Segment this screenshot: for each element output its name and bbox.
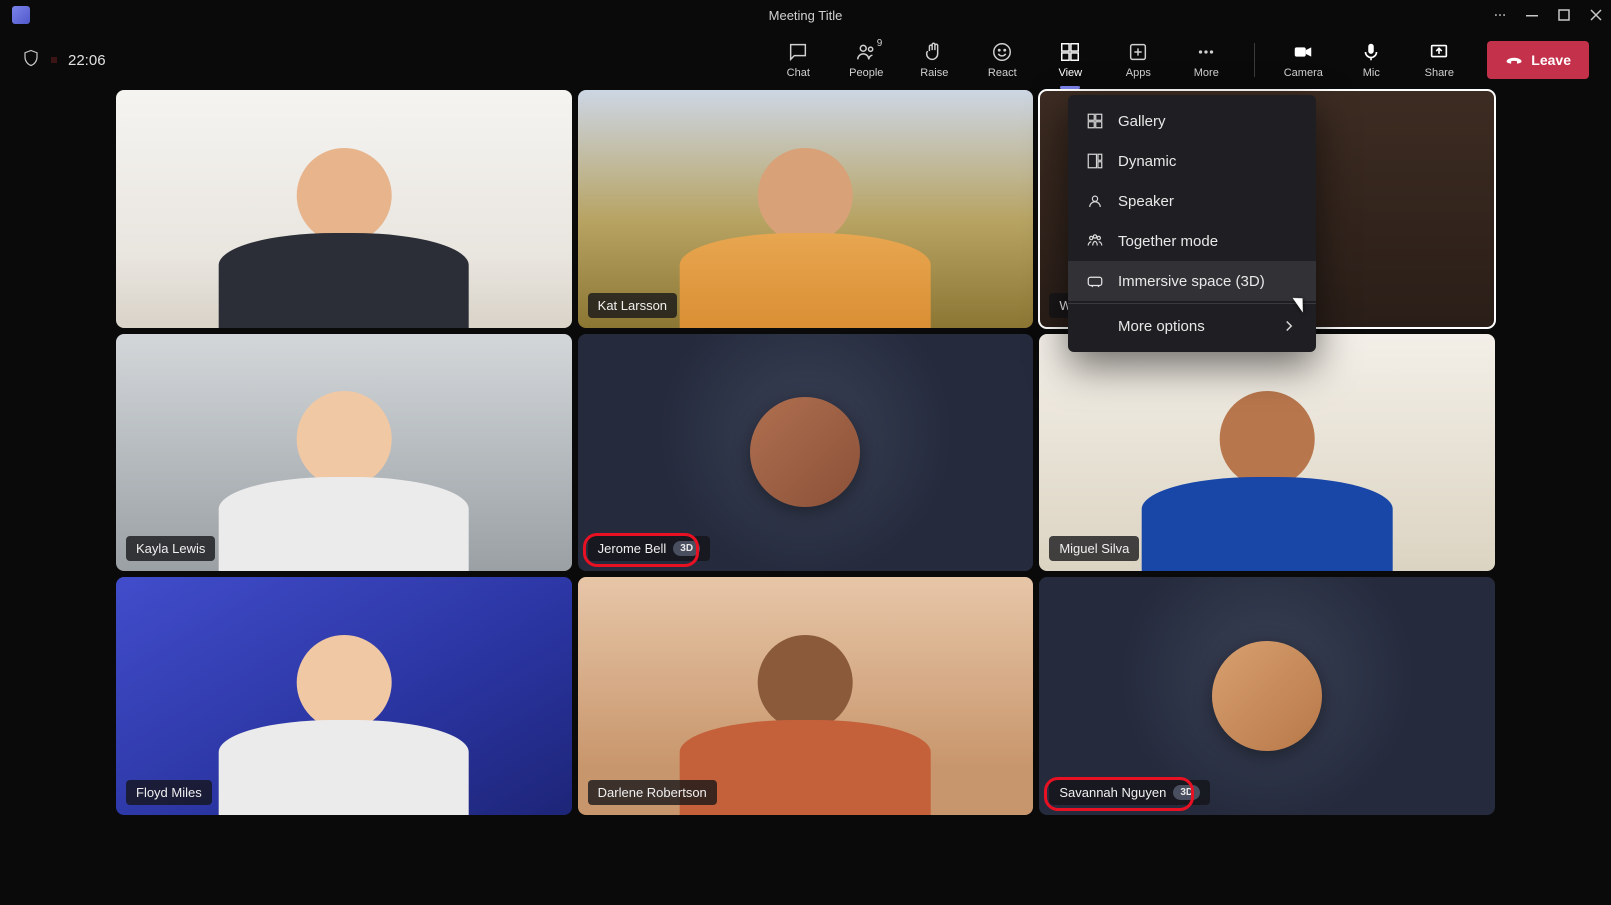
badge-3d: 3D (1173, 785, 1200, 800)
people-button[interactable]: 9 People (846, 41, 886, 79)
apps-label: Apps (1126, 67, 1151, 79)
privacy-shield-icon[interactable] (22, 49, 40, 72)
participant-name: Savannah Nguyen (1059, 785, 1166, 800)
titlebar: Meeting Title (0, 0, 1611, 30)
menu-label: Speaker (1118, 193, 1174, 210)
participant-name-tag: Savannah Nguyen 3D (1049, 780, 1210, 805)
participant-name-tag: Jerome Bell 3D (588, 536, 710, 561)
react-label: React (988, 67, 1017, 79)
toolbar-divider (1254, 43, 1255, 77)
menu-label: More options (1118, 318, 1205, 335)
participant-tile-self[interactable] (116, 90, 572, 328)
participant-name: Kat Larsson (598, 298, 667, 313)
camera-button[interactable]: Camera (1283, 41, 1323, 79)
menu-separator (1068, 303, 1316, 304)
mic-button[interactable]: Mic (1351, 41, 1391, 79)
leave-button[interactable]: Leave (1487, 41, 1589, 79)
avatar-circle (750, 397, 860, 507)
menu-label: Immersive space (3D) (1118, 273, 1265, 290)
share-label: Share (1425, 67, 1454, 79)
menu-item-more-options[interactable]: More options (1068, 306, 1316, 346)
raise-label: Raise (920, 67, 948, 79)
participant-tile[interactable]: Floyd Miles (116, 577, 572, 815)
participant-tile[interactable]: Savannah Nguyen 3D (1039, 577, 1495, 815)
avatar-circle (1212, 641, 1322, 751)
maximize-icon[interactable] (1557, 8, 1571, 22)
participant-tile[interactable]: Miguel Silva (1039, 334, 1495, 572)
menu-item-together[interactable]: Together mode (1068, 221, 1316, 261)
close-icon[interactable] (1589, 8, 1603, 22)
share-button[interactable]: Share (1419, 41, 1459, 79)
video-grid: Kat Larsson Wade Warren Kayla Lewis Jero… (0, 90, 1611, 905)
participant-name-tag: Miguel Silva (1049, 536, 1139, 561)
people-count: 9 (877, 38, 883, 49)
participant-tile[interactable]: Kat Larsson (578, 90, 1034, 328)
menu-item-dynamic[interactable]: Dynamic (1068, 141, 1316, 181)
people-label: People (849, 67, 883, 79)
participant-name-tag: Darlene Robertson (588, 780, 717, 805)
menu-label: Dynamic (1118, 153, 1176, 170)
menu-label: Together mode (1118, 233, 1218, 250)
menu-item-speaker[interactable]: Speaker (1068, 181, 1316, 221)
more-button[interactable]: More (1186, 41, 1226, 79)
leave-label: Leave (1531, 52, 1571, 68)
mic-label: Mic (1363, 67, 1380, 79)
participant-name: Floyd Miles (136, 785, 202, 800)
participant-name-tag: Floyd Miles (126, 780, 212, 805)
raise-hand-button[interactable]: Raise (914, 41, 954, 79)
menu-item-gallery[interactable]: Gallery (1068, 101, 1316, 141)
participant-name: Kayla Lewis (136, 541, 205, 556)
menu-item-immersive[interactable]: Immersive space (3D) (1068, 261, 1316, 301)
chat-button[interactable]: Chat (778, 41, 818, 79)
more-label: More (1194, 67, 1219, 79)
participant-tile[interactable]: Darlene Robertson (578, 577, 1034, 815)
badge-3d: 3D (673, 541, 700, 556)
participant-name: Miguel Silva (1059, 541, 1129, 556)
react-button[interactable]: React (982, 41, 1022, 79)
camera-label: Camera (1284, 67, 1323, 79)
participant-tile[interactable]: Jerome Bell 3D (578, 334, 1034, 572)
meeting-timer: 22:06 (68, 52, 106, 69)
view-label: View (1058, 67, 1082, 79)
meeting-toolbar: 22:06 Chat 9 People Raise React View App… (0, 30, 1611, 90)
chat-label: Chat (787, 67, 810, 79)
more-window-icon[interactable] (1493, 8, 1507, 22)
view-button[interactable]: View (1050, 41, 1090, 79)
participant-name: Jerome Bell (598, 541, 667, 556)
meeting-title: Meeting Title (208, 8, 1403, 23)
participant-name-tag: Kayla Lewis (126, 536, 215, 561)
apps-button[interactable]: Apps (1118, 41, 1158, 79)
minimize-icon[interactable] (1525, 8, 1539, 22)
participant-tile[interactable]: Kayla Lewis (116, 334, 572, 572)
chevron-right-icon (1280, 317, 1298, 335)
app-icon (12, 6, 30, 24)
menu-label: Gallery (1118, 113, 1166, 130)
participant-name: Darlene Robertson (598, 785, 707, 800)
view-menu: Gallery Dynamic Speaker Together mode Im… (1068, 95, 1316, 352)
participant-name-tag: Kat Larsson (588, 293, 677, 318)
